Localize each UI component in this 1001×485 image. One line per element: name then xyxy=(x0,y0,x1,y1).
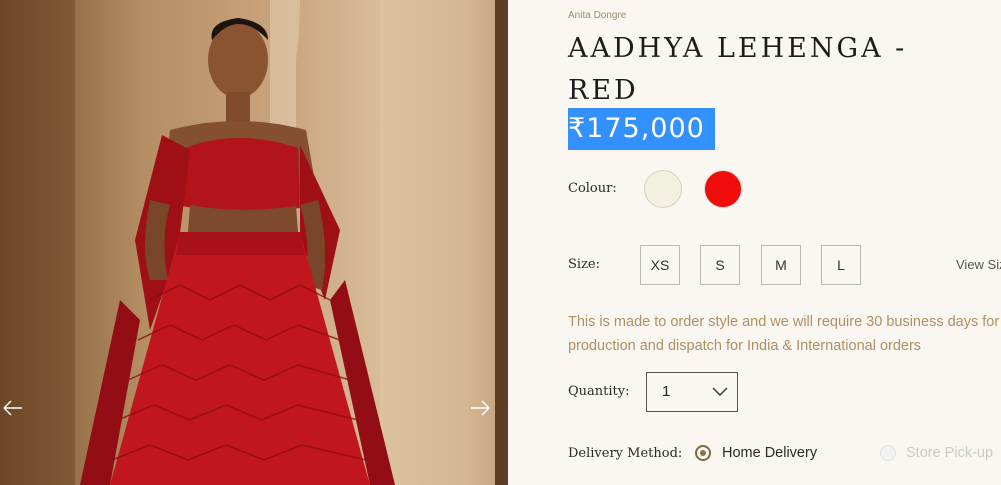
size-option-l[interactable]: L xyxy=(821,245,861,285)
colour-swatch-red[interactable] xyxy=(704,170,742,208)
quantity-select[interactable]: 1 xyxy=(646,372,738,412)
size-option-xs[interactable]: XS xyxy=(640,245,680,285)
home-delivery-radio[interactable] xyxy=(695,445,711,461)
product-image-gallery[interactable] xyxy=(0,0,508,485)
store-pickup-radio[interactable] xyxy=(880,445,896,461)
home-delivery-label[interactable]: Home Delivery xyxy=(722,445,817,461)
quantity-label: Quantity: xyxy=(568,384,630,399)
store-pickup-label[interactable]: Store Pick-up xyxy=(906,445,993,461)
arrow-left-icon[interactable] xyxy=(0,393,30,423)
brand-name[interactable]: Anita Dongre xyxy=(568,10,626,21)
arrow-right-icon[interactable] xyxy=(467,393,497,423)
size-option-s[interactable]: S xyxy=(700,245,740,285)
notice-line-1: This is made to order style and we will … xyxy=(568,314,1000,330)
chevron-down-icon xyxy=(712,387,728,396)
product-photo xyxy=(0,0,508,485)
notice-line-2: production and dispatch for India & Inte… xyxy=(568,338,922,354)
product-title: AADHYA LEHENGA - RED xyxy=(568,33,908,106)
colour-label: Colour: xyxy=(568,181,617,196)
product-price: ₹175,000 xyxy=(568,108,715,150)
size-guide-link[interactable]: View Size Guide xyxy=(956,257,1001,272)
size-option-m[interactable]: M xyxy=(761,245,801,285)
made-to-order-notice: This is made to order style and we will … xyxy=(568,310,1001,358)
size-label: Size: xyxy=(568,257,600,272)
quantity-value: 1 xyxy=(662,383,671,400)
colour-swatch-ivory[interactable] xyxy=(644,170,682,208)
delivery-method-label: Delivery Method: xyxy=(568,446,683,461)
